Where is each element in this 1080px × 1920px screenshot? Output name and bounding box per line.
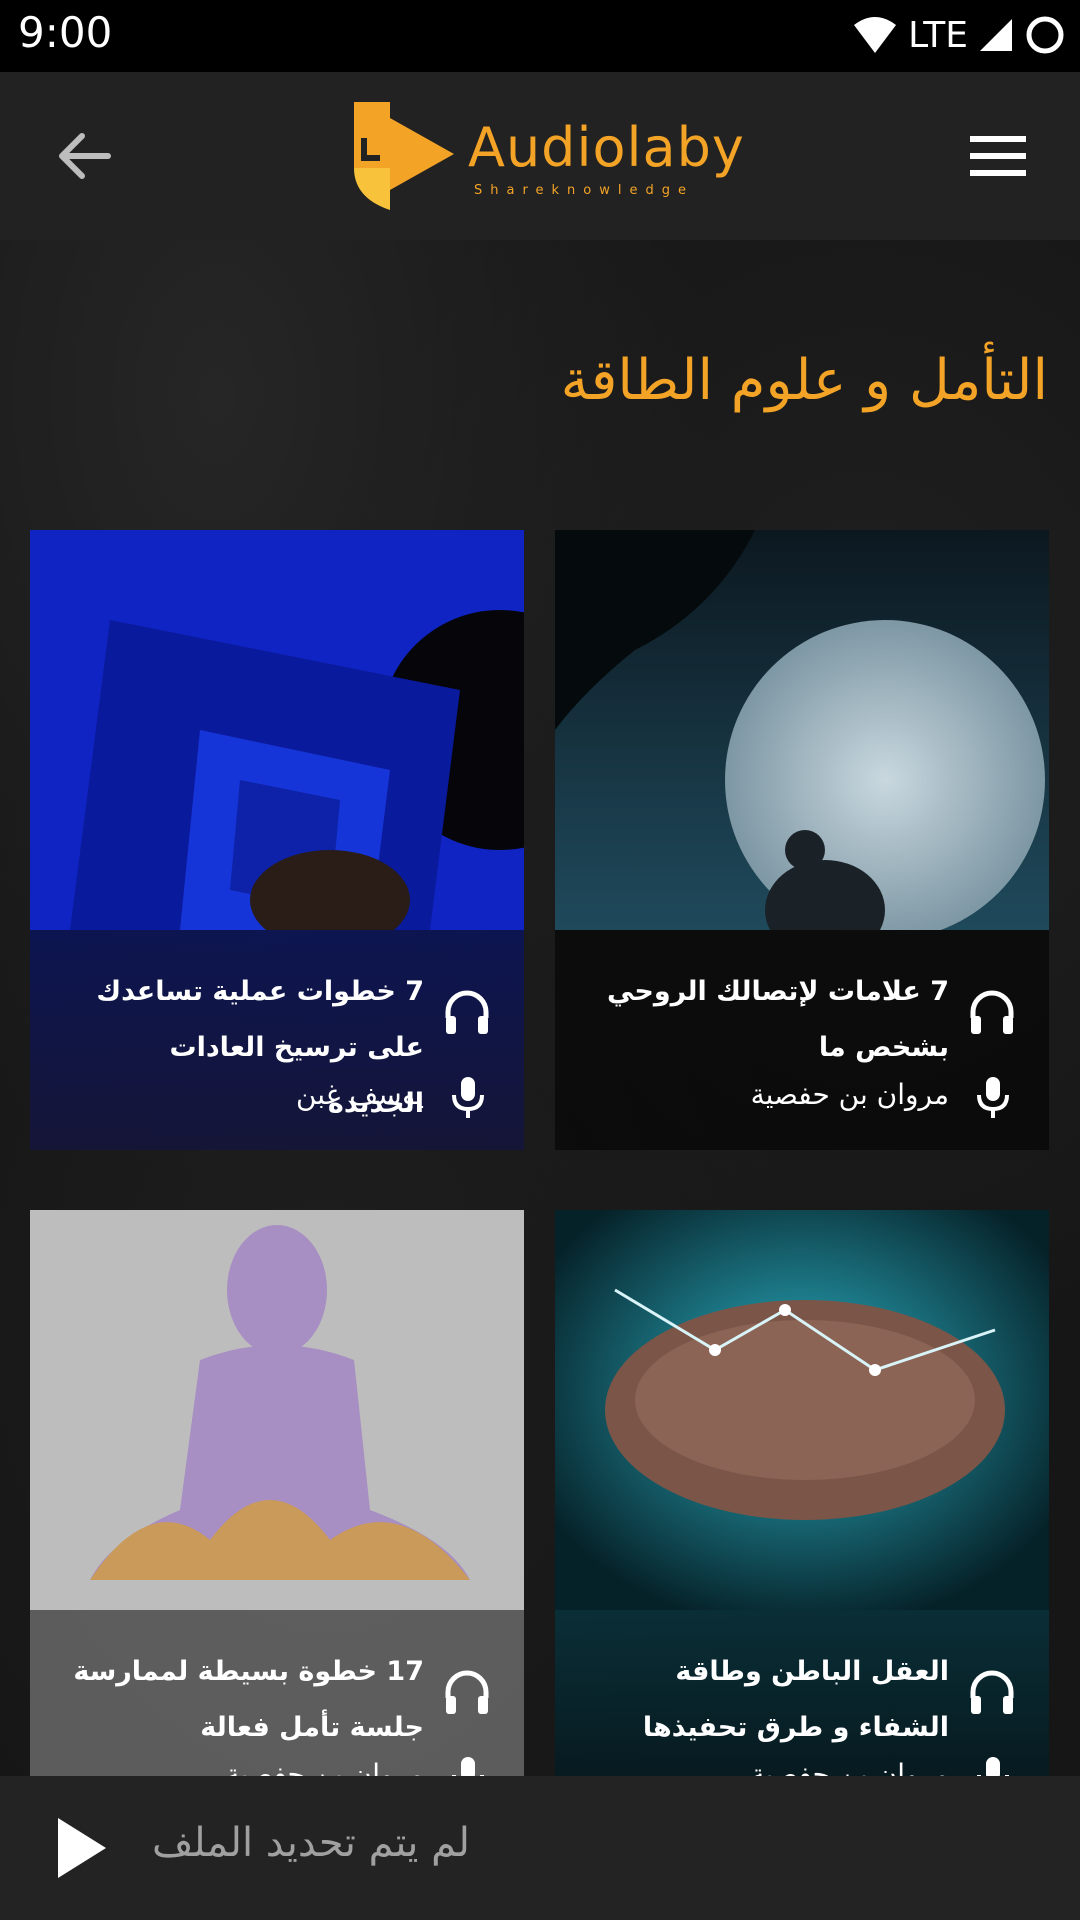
card-info: 17 خطوة بسيطة لممارسة جلسة تأمل فعالة مر… bbox=[30, 1610, 524, 1776]
mic-icon bbox=[452, 1757, 484, 1776]
logo-tagline: Shareknowledge bbox=[474, 183, 694, 198]
mic-icon bbox=[977, 1757, 1009, 1776]
network-type: LTE bbox=[908, 14, 968, 56]
audio-card[interactable]: 7 خطوات عملية تساعدك على ترسيخ العادات ا… bbox=[30, 530, 524, 1150]
card-image bbox=[555, 530, 1049, 930]
headphones-icon[interactable] bbox=[967, 988, 1017, 1038]
card-title: العقل الباطن وطاقة الشفاء و طرق تحفيذها bbox=[642, 1656, 949, 1743]
audio-card[interactable]: 17 خطوة بسيطة لممارسة جلسة تأمل فعالة مر… bbox=[30, 1210, 524, 1776]
card-title: 17 خطوة بسيطة لممارسة جلسة تأمل فعالة bbox=[73, 1656, 424, 1743]
mic-icon bbox=[977, 1077, 1009, 1118]
signal-icon bbox=[980, 19, 1012, 51]
headphones-icon[interactable] bbox=[967, 1668, 1017, 1718]
card-author: يوسف غبن bbox=[295, 1078, 424, 1111]
card-image bbox=[555, 1210, 1049, 1610]
player-status: لم يتم تحديد الملف bbox=[152, 1820, 470, 1866]
status-bar: 9:00 LTE bbox=[0, 0, 1080, 72]
player-bar: لم يتم تحديد الملف bbox=[0, 1776, 1080, 1920]
headphones-icon[interactable] bbox=[442, 988, 492, 1038]
status-icons: LTE bbox=[852, 14, 1066, 56]
status-time: 9:00 bbox=[18, 8, 113, 57]
card-image bbox=[30, 530, 524, 930]
back-arrow-icon[interactable] bbox=[52, 124, 116, 188]
content-area: التأمل و علوم الطاقة 7 علامات لإتصالك ال… bbox=[0, 240, 1080, 1776]
card-author: مروان بن حفصية bbox=[750, 1078, 949, 1111]
card-author: مروان بن حفصية bbox=[225, 1758, 424, 1776]
play-icon[interactable] bbox=[56, 1816, 108, 1880]
app-bar: Audiolaby Shareknowledge bbox=[0, 72, 1080, 240]
wifi-icon bbox=[854, 17, 897, 53]
logo-word: Audiolaby bbox=[468, 116, 745, 179]
logo-mark-icon bbox=[354, 102, 454, 210]
card-image bbox=[30, 1210, 524, 1610]
audio-card[interactable]: العقل الباطن وطاقة الشفاء و طرق تحفيذها … bbox=[555, 1210, 1049, 1776]
card-author: مروان بن حفصية bbox=[750, 1758, 949, 1776]
card-info: 7 خطوات عملية تساعدك على ترسيخ العادات ا… bbox=[30, 930, 524, 1150]
card-info: العقل الباطن وطاقة الشفاء و طرق تحفيذها … bbox=[555, 1610, 1049, 1776]
app-logo: Audiolaby Shareknowledge bbox=[350, 98, 744, 214]
audio-card[interactable]: 7 علامات لإتصالك الروحي بشخص ما مروان بن… bbox=[555, 530, 1049, 1150]
headphones-icon[interactable] bbox=[442, 1668, 492, 1718]
card-info: 7 علامات لإتصالك الروحي بشخص ما مروان بن… bbox=[555, 930, 1049, 1150]
section-title: التأمل و علوم الطاقة bbox=[560, 348, 1048, 413]
menu-icon[interactable] bbox=[968, 132, 1028, 180]
card-title: 7 علامات لإتصالك الروحي بشخص ما bbox=[607, 976, 949, 1063]
battery-icon bbox=[1026, 16, 1064, 54]
mic-icon bbox=[452, 1077, 484, 1118]
